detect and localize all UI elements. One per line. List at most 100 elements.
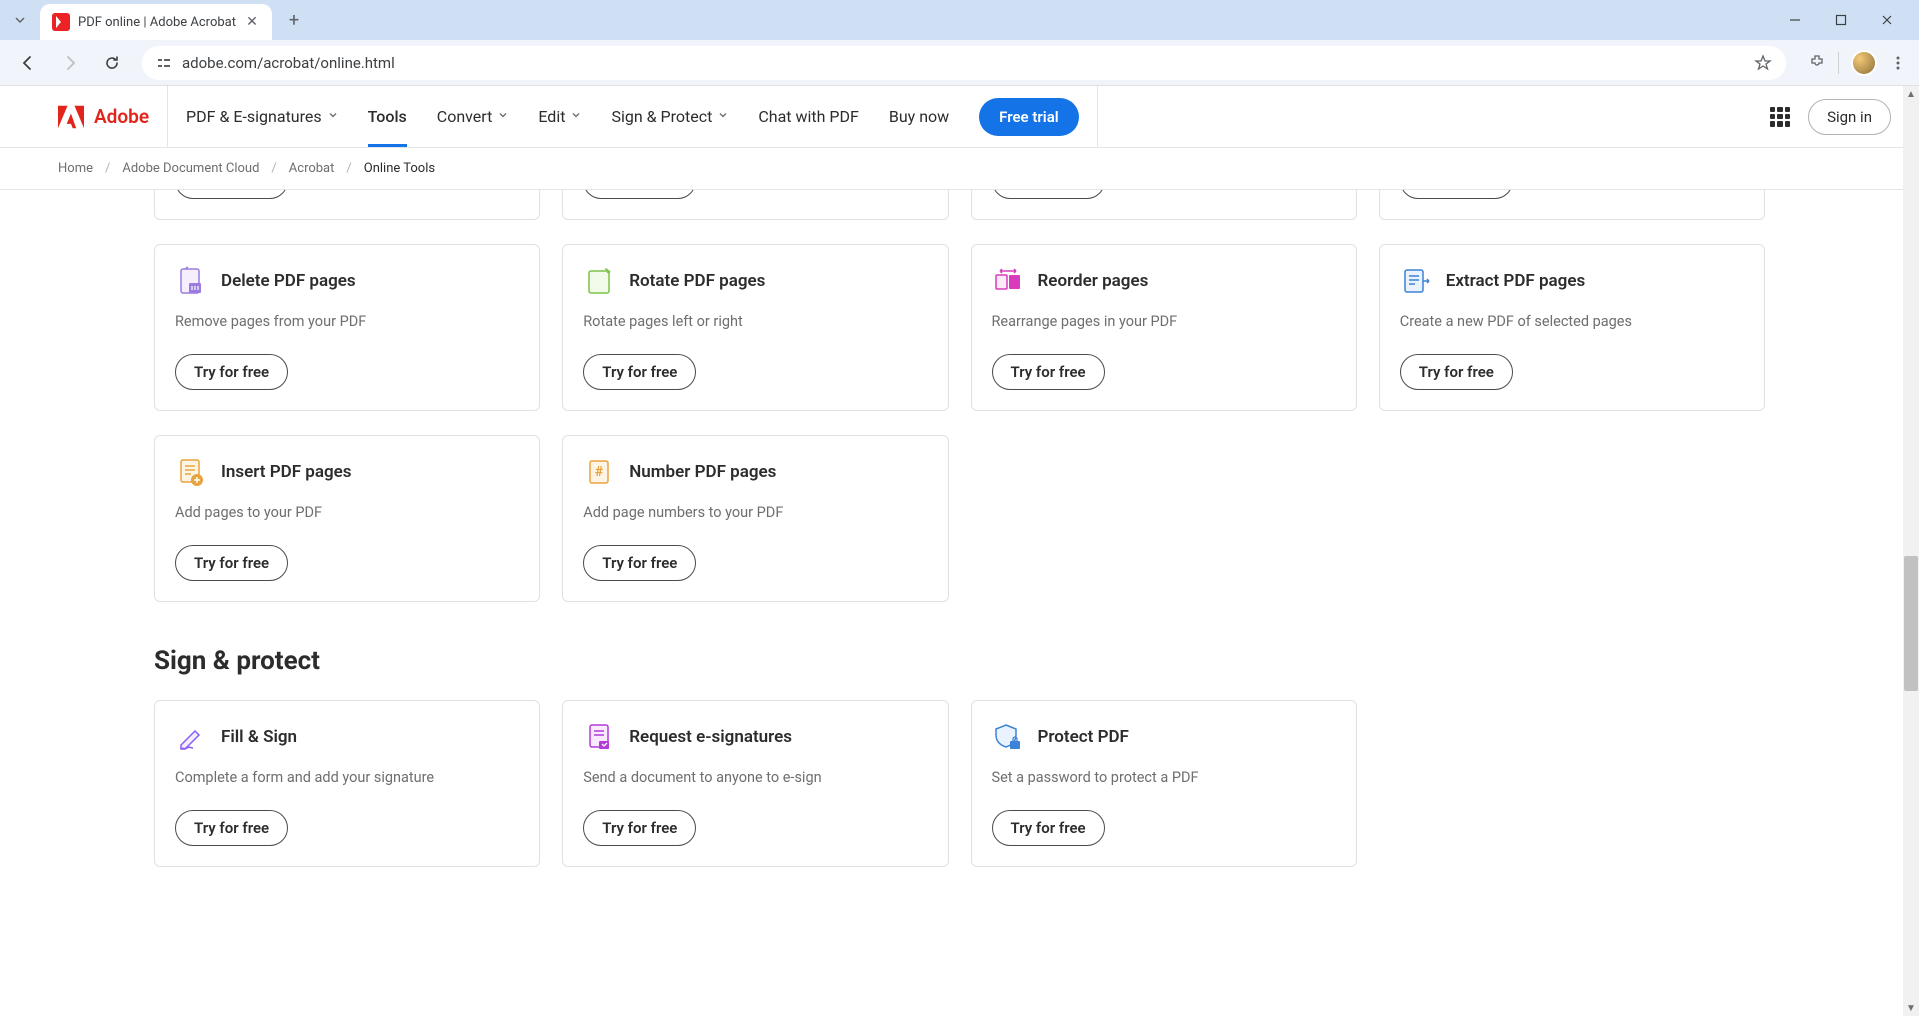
breadcrumb-separator: / [105,161,110,176]
try-for-free-button[interactable]: Try for free [583,545,696,581]
card-description: Complete a form and add your signature [175,769,519,786]
try-for-free-button[interactable]: Try for free [583,190,696,199]
breadcrumb-separator: / [346,161,351,176]
tool-card-reorder: Reorder pages Rearrange pages in your PDF… [971,244,1357,411]
protect-icon [992,721,1024,753]
tab-close-icon[interactable]: ✕ [244,14,260,30]
request-icon [583,721,615,753]
sign-in-button[interactable]: Sign in [1808,99,1891,135]
tool-card-protect: Protect PDF Set a password to protect a P… [971,700,1357,867]
card-description: Rearrange pages in your PDF [992,313,1336,330]
page-scrollbar[interactable]: ▲ ▼ [1903,86,1919,1016]
breadcrumb-item: Online Tools [364,161,435,176]
tab-title: PDF online | Adobe Acrobat [78,15,236,30]
breadcrumb-separator: / [271,161,276,176]
nav-back-icon[interactable] [12,47,44,79]
adobe-logo-icon [58,105,84,129]
tool-card-rotate: Rotate PDF pages Rotate pages left or rig… [562,244,948,411]
tool-card-insert: Insert PDF pagesAdd pages to your PDFTry… [154,435,540,602]
scroll-up-icon[interactable]: ▲ [1903,86,1919,102]
tool-card-fillsign: Fill & Sign Complete a form and add your … [154,700,540,867]
nav-item-edit[interactable]: Edit [538,107,581,126]
nav-item-label: Convert [437,107,493,126]
new-tab-button[interactable]: + [280,6,308,34]
tool-card-partial: Try for free [971,190,1357,220]
number-icon: # [583,456,615,488]
url-bar[interactable]: adobe.com/acrobat/online.html [142,46,1786,80]
nav-item-pdf-e-signatures[interactable]: PDF & E-signatures [186,107,338,126]
card-title: Reorder pages [1038,271,1149,291]
nav-item-sign-protect[interactable]: Sign & Protect [611,107,728,126]
card-title: Protect PDF [1038,727,1129,747]
delete-icon [175,265,207,297]
nav-item-buy-now[interactable]: Buy now [889,107,949,126]
nav-item-label: Edit [538,107,565,126]
try-for-free-button[interactable]: Try for free [175,354,288,390]
app-switcher-icon[interactable] [1770,107,1790,127]
nav-item-label: PDF & E-signatures [186,107,322,126]
chevron-down-icon [498,110,508,123]
fillsign-icon [175,721,207,753]
extract-icon [1400,265,1432,297]
chevron-down-icon [718,110,728,123]
try-for-free-button[interactable]: Try for free [992,354,1105,390]
try-for-free-button[interactable]: Try for free [992,190,1105,199]
card-title: Delete PDF pages [221,271,356,291]
reorder-icon [992,265,1024,297]
main-content: Try for free Try for free Try for free Try … [0,190,1919,1016]
site-header: Adobe PDF & E-signatures Tools Convert Edit… [0,86,1919,148]
free-trial-button[interactable]: Free trial [979,98,1078,136]
card-title: Rotate PDF pages [629,271,765,291]
nav-item-label: Tools [368,107,407,126]
extensions-icon[interactable] [1808,54,1826,72]
tool-card-partial: Try for free [562,190,948,220]
header-divider [1097,86,1098,148]
nav-item-label: Chat with PDF [758,107,859,126]
nav-reload-icon[interactable] [96,47,128,79]
chevron-down-icon [571,110,581,123]
window-close-icon[interactable] [1873,6,1901,34]
nav-item-tools[interactable]: Tools [368,107,407,126]
rotate-icon [583,265,615,297]
try-for-free-button[interactable]: Try for free [1400,190,1513,199]
card-description: Set a password to protect a PDF [992,769,1336,786]
browser-tab-strip: PDF online | Adobe Acrobat ✕ + [0,0,1919,40]
try-for-free-button[interactable]: Try for free [1400,354,1513,390]
nav-forward-icon[interactable] [54,47,86,79]
site-settings-icon[interactable] [156,55,172,71]
svg-text:#: # [595,464,604,480]
browser-toolbar: adobe.com/acrobat/online.html [0,40,1919,86]
breadcrumb-item[interactable]: Acrobat [289,161,335,176]
scroll-thumb[interactable] [1904,556,1918,691]
insert-icon [175,456,207,488]
window-minimize-icon[interactable] [1781,6,1809,34]
try-for-free-button[interactable]: Try for free [992,810,1105,846]
try-for-free-button[interactable]: Try for free [583,354,696,390]
scroll-down-icon[interactable]: ▼ [1903,1000,1919,1016]
bookmark-star-icon[interactable] [1754,54,1772,72]
browser-tab[interactable]: PDF online | Adobe Acrobat ✕ [40,4,272,40]
breadcrumb-item[interactable]: Home [58,161,93,176]
try-for-free-button[interactable]: Try for free [583,810,696,846]
breadcrumb-item[interactable]: Adobe Document Cloud [122,161,259,176]
nav-item-convert[interactable]: Convert [437,107,509,126]
tool-card-partial: Try for free [1379,190,1765,220]
try-for-free-button[interactable]: Try for free [175,190,288,199]
tool-card-partial: Try for free [154,190,540,220]
profile-avatar[interactable] [1851,50,1877,76]
try-for-free-button[interactable]: Try for free [175,545,288,581]
browser-menu-icon[interactable] [1889,54,1907,72]
tool-card-extract: Extract PDF pagesCreate a new PDF of sel… [1379,244,1765,411]
adobe-logo[interactable]: Adobe [58,105,167,129]
try-for-free-button[interactable]: Try for free [175,810,288,846]
card-title: Fill & Sign [221,727,297,747]
nav-item-chat-with-pdf[interactable]: Chat with PDF [758,107,859,126]
card-description: Rotate pages left or right [583,313,927,330]
tab-search-dropdown[interactable] [8,8,32,32]
adobe-logo-text: Adobe [94,105,149,128]
tool-card-number: #Number PDF pagesAdd page numbers to you… [562,435,948,602]
chevron-down-icon [328,110,338,123]
tool-card-delete: Delete PDF pagesRemove pages from your P… [154,244,540,411]
window-maximize-icon[interactable] [1827,6,1855,34]
card-title: Request e-signatures [629,727,792,747]
